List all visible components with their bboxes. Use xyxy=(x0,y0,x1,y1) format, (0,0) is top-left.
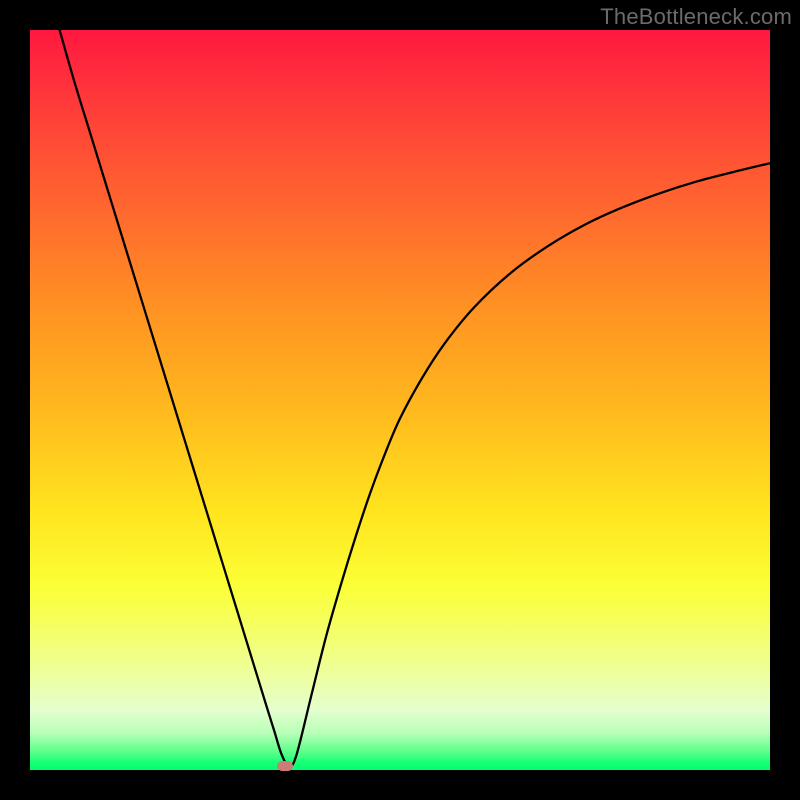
min-marker xyxy=(277,761,293,771)
watermark-text: TheBottleneck.com xyxy=(600,4,792,30)
bottleneck-curve xyxy=(30,30,770,770)
chart-frame: TheBottleneck.com xyxy=(0,0,800,800)
plot-area xyxy=(30,30,770,770)
